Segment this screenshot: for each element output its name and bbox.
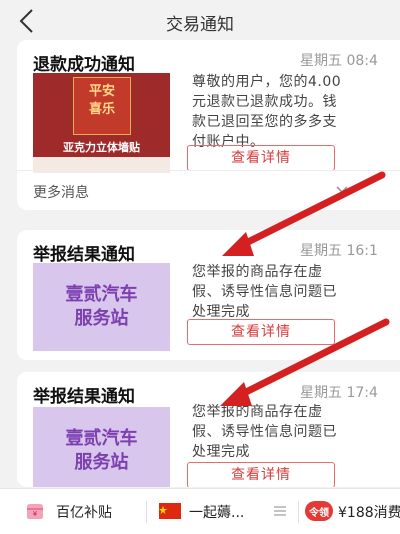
view-details-button[interactable]: 查看详情 [187, 145, 335, 171]
chevron-down-icon [336, 186, 348, 194]
notification-card-report-1[interactable]: 举报结果通知 星期五 16:1 壹贰汽车 服务站 您举报的商品存在虚 假、诱导性… [17, 230, 400, 360]
view-details-button[interactable]: 查看详情 [187, 462, 335, 487]
coupon-badge: 令领 [309, 508, 329, 519]
more-messages-label: 更多消息 [33, 185, 89, 201]
shortcut-label: 百亿补贴 [56, 505, 112, 521]
top-bar: 交易通知 [0, 0, 400, 44]
notification-card-refund[interactable]: 退款成功通知 星期五 08:4 平安 喜乐 亚克力立体墙贴 尊敬的用户，您的4.… [17, 40, 400, 210]
card-body: 尊敬的用户，您的4.00 元退款已退款成功。钱 款已退回至您的多多支 付账户中。 [192, 72, 400, 152]
body-line: 尊敬的用户，您的4.00 [192, 74, 342, 90]
thumbnail-line-2: 服务站 [74, 308, 129, 329]
shortcut-subsidy[interactable]: ¥ 百亿补贴 [0, 489, 145, 534]
shortcut-label: 一起薅... [189, 505, 245, 521]
card-time: 星期五 17:4 [300, 385, 378, 401]
product-thumbnail[interactable]: 平安 喜乐 亚克力立体墙贴 [33, 73, 170, 173]
shortcut-coupon[interactable]: 令领 ¥188消费 [299, 489, 400, 534]
page-title: 交易通知 [166, 15, 234, 35]
body-line: 款已退回至您的多多支 [192, 114, 337, 130]
body-line: 您举报的商品存在虚 [192, 404, 323, 420]
shortcut-together[interactable]: 一起薅... [147, 489, 297, 534]
poster-line-1: 平安 [88, 84, 115, 99]
card-time: 星期五 08:4 [300, 53, 378, 69]
more-messages-row[interactable]: 更多消息 [17, 170, 400, 210]
card-body: 您举报的商品存在虚 假、诱导性信息问题已 处理完成 [192, 402, 400, 462]
poster-main-text: 平安 喜乐 [79, 83, 125, 119]
coupon-icon: 令领 [305, 501, 333, 521]
view-details-button[interactable]: 查看详情 [187, 319, 335, 345]
card-body: 您举报的商品存在虚 假、诱导性信息问题已 处理完成 [192, 262, 400, 322]
poster-subtitle: 亚克力立体墙贴 [63, 141, 140, 154]
card-time: 星期五 16:1 [300, 243, 378, 259]
shortcut-label: ¥188消费 [338, 505, 400, 521]
card-title: 举报结果通知 [33, 245, 135, 265]
body-line: 元退款已退款成功。钱 [192, 94, 337, 110]
thumbnail-text: 壹贰汽车 服务站 [33, 283, 170, 331]
poster-line-2: 喜乐 [88, 102, 115, 117]
bottom-shortcut-bar: ¥ 百亿补贴 一起薅... 令领 ¥188消费 [0, 488, 400, 534]
body-line: 假、诱导性信息问题已 [192, 424, 337, 440]
card-title: 退款成功通知 [33, 55, 135, 75]
flag-icon [159, 503, 181, 519]
notification-card-report-2[interactable]: 举报结果通知 星期五 17:4 壹贰汽车 服务站 您举报的商品存在虚 假、诱导性… [17, 372, 400, 487]
product-thumbnail[interactable]: 壹贰汽车 服务站 [33, 407, 170, 487]
card-title: 举报结果通知 [33, 387, 135, 407]
thumbnail-line-2: 服务站 [74, 452, 129, 473]
wallet-icon: ¥ [27, 504, 43, 519]
body-line: 假、诱导性信息问题已 [192, 284, 337, 300]
thumbnail-line-1: 壹贰汽车 [65, 284, 138, 305]
menu-icon [274, 506, 286, 516]
body-line: 您举报的商品存在虚 [192, 264, 323, 280]
product-thumbnail[interactable]: 壹贰汽车 服务站 [33, 263, 170, 351]
svg-text:¥: ¥ [33, 510, 38, 518]
thumbnail-line-1: 壹贰汽车 [65, 428, 138, 449]
thumbnail-text: 壹贰汽车 服务站 [33, 427, 170, 475]
body-line: 处理完成 [192, 444, 250, 460]
